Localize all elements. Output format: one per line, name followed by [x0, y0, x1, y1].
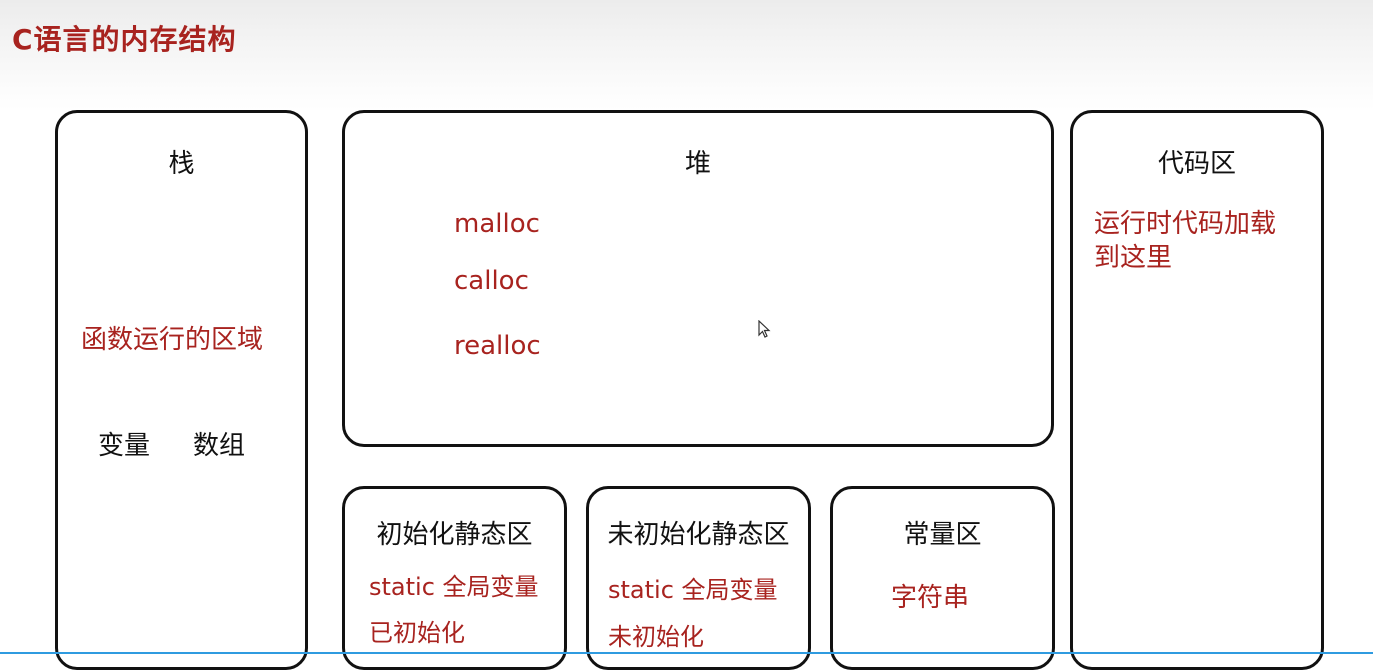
init-static-line1: static 全局变量: [369, 573, 539, 601]
code-description-line2: 到这里: [1094, 243, 1173, 273]
code-description-line1: 运行时代码加载: [1094, 209, 1277, 239]
code-box: 代码区 运行时代码加载 到这里: [1070, 110, 1324, 670]
uninit-static-line2: 未初始化: [608, 623, 704, 651]
init-static-line2: 已初始化: [369, 619, 465, 647]
const-description: 字符串: [891, 583, 970, 613]
stack-box: 栈 函数运行的区域 变量 数组: [55, 110, 308, 670]
stack-description: 函数运行的区域: [81, 325, 264, 355]
stack-item-variable: 变量: [98, 431, 151, 461]
uninit-static-line1: static 全局变量: [608, 576, 778, 604]
const-heading: 常量区: [903, 520, 982, 550]
uninit-static-box: 未初始化静态区 static 全局变量 未初始化: [586, 486, 811, 670]
init-static-box: 初始化静态区 static 全局变量 已初始化: [342, 486, 567, 670]
stack-heading: 栈: [168, 149, 195, 179]
heap-box: 堆 malloc calloc realloc: [342, 110, 1054, 447]
heap-heading: 堆: [684, 149, 711, 179]
uninit-static-heading: 未初始化静态区: [607, 520, 790, 550]
stack-item-array: 数组: [193, 431, 246, 461]
const-box: 常量区 字符串: [830, 486, 1055, 670]
init-static-heading: 初始化静态区: [376, 520, 533, 550]
bottom-divider-line: [0, 652, 1373, 654]
heap-func-realloc: realloc: [454, 331, 541, 361]
code-heading: 代码区: [1157, 149, 1236, 179]
heap-func-calloc: calloc: [454, 266, 529, 296]
heap-func-malloc: malloc: [454, 209, 540, 239]
page-title: C语言的内存结构: [12, 23, 237, 56]
mouse-cursor-icon: [758, 320, 771, 338]
